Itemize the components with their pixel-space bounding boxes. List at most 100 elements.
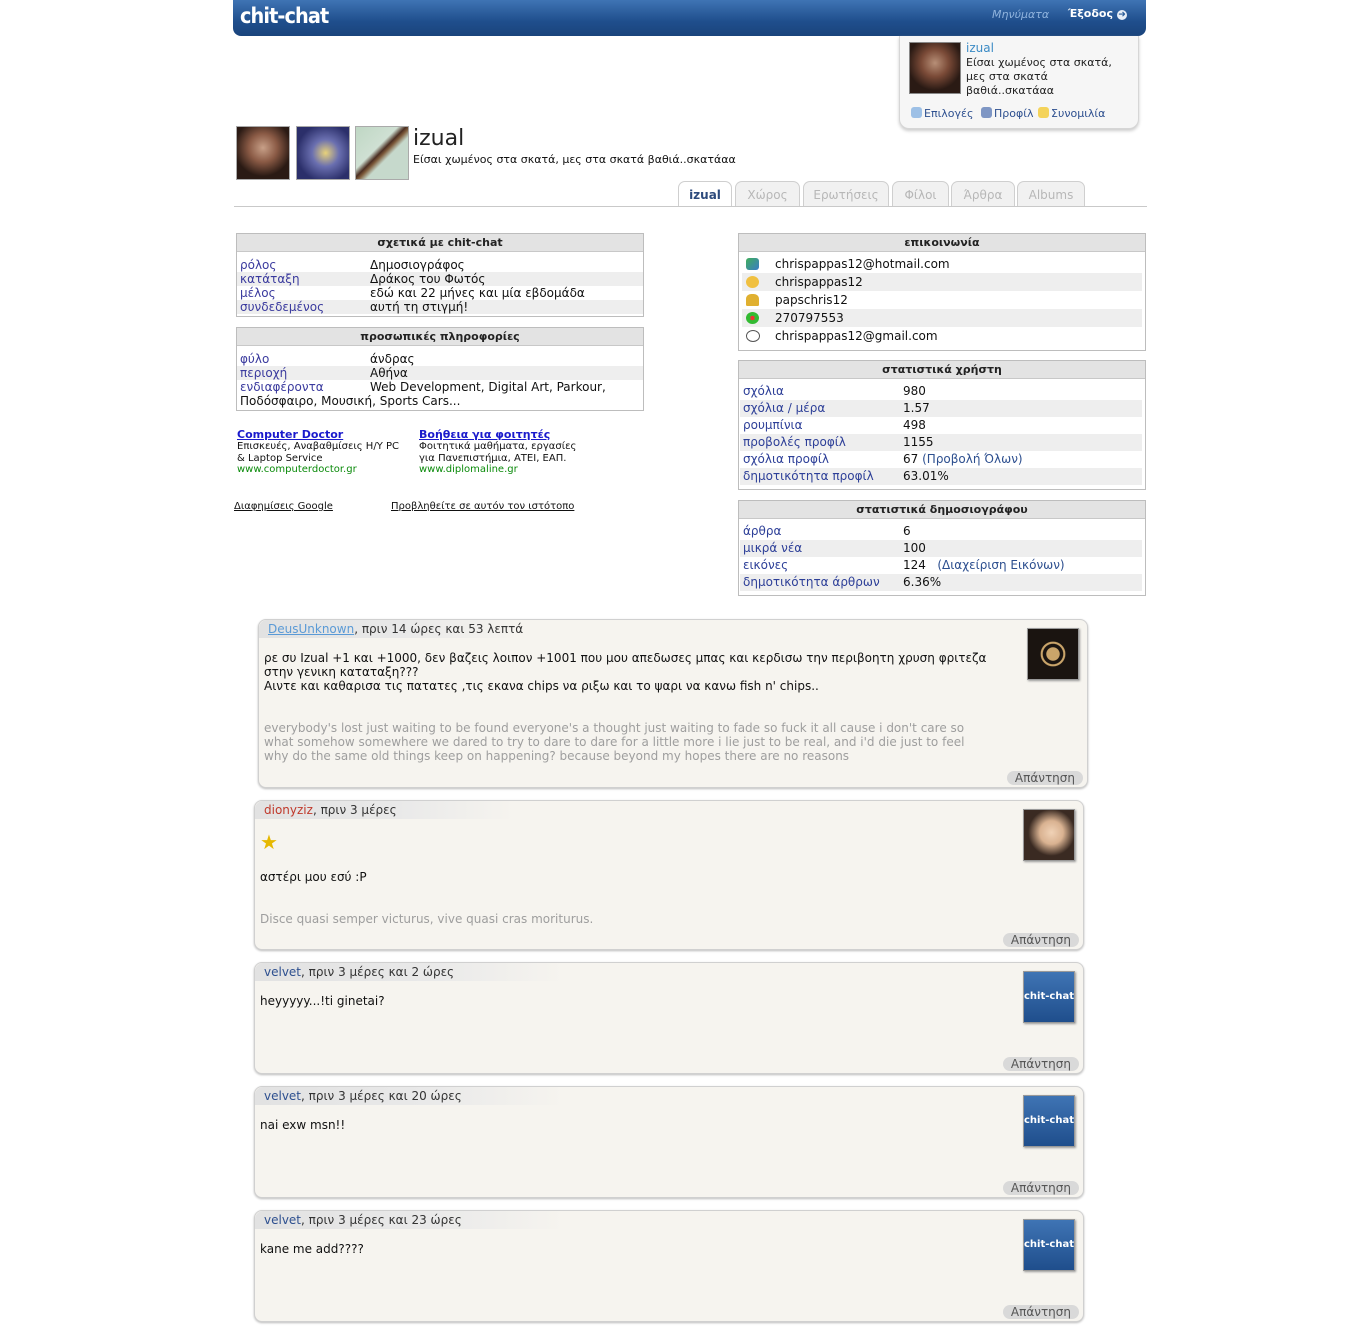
profile-icon <box>981 107 992 118</box>
options-label: Επιλογές <box>924 107 974 120</box>
comment-avatar[interactable] <box>1023 809 1075 861</box>
stat-value: 63.01% <box>903 469 949 483</box>
avatar-3[interactable] <box>355 126 409 180</box>
advertise-link[interactable]: Προβληθείτε σε αυτόν τον ιστότοπο <box>391 501 574 512</box>
comment-line: ρε συ Izual +1 και +1000, δεν βαζεις λοι… <box>264 651 987 665</box>
options-link[interactable]: Επιλογές <box>911 107 973 120</box>
interests-continued: Ποδόσφαιρο, Μουσική, Sports Cars... <box>240 394 461 408</box>
comment-author[interactable]: velvet <box>264 965 301 979</box>
ad-title[interactable]: Computer Doctor <box>237 428 343 441</box>
about-value: αυτή τη στιγμή! <box>370 300 469 314</box>
contact-row: chrispappas12@gmail.com <box>742 327 1142 345</box>
reply-button[interactable]: Απάντηση <box>1002 1305 1079 1319</box>
tab-articles[interactable]: Άρθρα <box>951 181 1015 206</box>
stat-key: δημοτικότητα άρθρων <box>743 575 880 589</box>
logout-label: Έξοδος <box>1068 7 1113 20</box>
tab-divider <box>234 206 1147 207</box>
tab-albums[interactable]: Albums <box>1017 181 1085 206</box>
about-key: μέλος <box>240 286 276 300</box>
personal-key: ενδιαφέροντα <box>240 380 324 394</box>
personal-key: περιοχή <box>240 366 288 380</box>
about-key: ρόλος <box>240 258 277 272</box>
personal-value: άνδρας <box>370 352 415 366</box>
comment-body: kane me add???? <box>260 1242 364 1256</box>
stat-key: ρουμπίνια <box>743 418 803 432</box>
options-icon <box>911 107 922 118</box>
stat-value: 6 <box>903 524 911 538</box>
google-ads-link[interactable]: Διαφημίσεις Google <box>234 501 333 512</box>
manage-images-link[interactable]: (Διαχείριση Εικόνων) <box>937 558 1064 572</box>
stat-number: 124 <box>903 558 926 572</box>
comment-meta: DeusUnknown, πριν 14 ώρες και 53 λεπτά <box>268 622 523 636</box>
avatar-1[interactable] <box>236 126 290 180</box>
about-box: σχετικά με chit-chat ρόλος Δημοσιογράφος … <box>236 233 644 317</box>
comment-avatar[interactable] <box>1027 628 1079 680</box>
comment-meta: dionyziz, πριν 3 μέρες <box>264 803 397 817</box>
tab-friends[interactable]: Φίλοι <box>892 181 949 206</box>
user-box-avatar[interactable] <box>909 42 961 94</box>
stat-value: 1155 <box>903 435 934 449</box>
about-key: κατάταξη <box>240 272 300 286</box>
stat-row: σχόλια προφίλ 67 (Προβολή Όλων) <box>740 451 1142 468</box>
about-title: σχετικά με chit-chat <box>237 234 643 252</box>
user-stats-title: στατιστικά χρήστη <box>739 361 1145 379</box>
comment-signature: everybody's lost just waiting to be foun… <box>264 721 964 763</box>
comment-line: heyyyyy...!ti ginetai? <box>260 994 385 1008</box>
tab-profile[interactable]: izual <box>678 181 732 207</box>
stat-value: 67 (Προβολή Όλων) <box>903 451 1023 468</box>
comment-signature: Disce quasi semper victurus, vive quasi … <box>260 912 593 926</box>
reply-button[interactable]: Απάντηση <box>1006 771 1083 785</box>
personal-row: φύλο άνδρας <box>237 352 643 366</box>
comment-meta: velvet, πριν 3 μέρες και 2 ώρες <box>264 965 454 979</box>
comment-body: αστέρι μου εσύ :P <box>260 870 367 884</box>
comment-body: nai exw msn!! <box>260 1118 345 1132</box>
comment-meta: velvet, πριν 3 μέρες και 20 ώρες <box>264 1089 462 1103</box>
stat-key: άρθρα <box>743 524 782 538</box>
about-value: εδώ και 22 μήνες και μία εβδομάδα <box>370 286 585 300</box>
user-box-name[interactable]: izual <box>966 41 994 55</box>
contact-row: chrispappas12@hotmail.com <box>742 255 1142 273</box>
comment-author[interactable]: velvet <box>264 1213 301 1227</box>
comment-line: kane me add???? <box>260 1242 364 1256</box>
comment-author[interactable]: DeusUnknown <box>268 622 354 636</box>
personal-row-cont: Ποδόσφαιρο, Μουσική, Sports Cars... <box>237 394 643 408</box>
comment-avatar[interactable]: chit-chat <box>1023 1219 1075 1271</box>
comment-avatar[interactable]: chit-chat <box>1023 1095 1075 1147</box>
comment-line: αστέρι μου εσύ :P <box>260 870 367 884</box>
comment-author[interactable]: velvet <box>264 1089 301 1103</box>
profile-link[interactable]: Προφίλ <box>981 107 1033 120</box>
ad-title[interactable]: Βοήθεια για φοιτητές <box>419 428 550 441</box>
avatar-2[interactable] <box>296 126 350 180</box>
comment-meta: velvet, πριν 3 μέρες και 23 ώρες <box>264 1213 462 1227</box>
contact-value: chrispappas12 <box>775 275 863 289</box>
reply-button[interactable]: Απάντηση <box>1002 933 1079 947</box>
tab-questions[interactable]: Ερωτήσεις <box>803 181 889 206</box>
chat-link[interactable]: Συνομιλία <box>1038 107 1105 120</box>
site-logo[interactable]: chit-chat <box>240 4 329 28</box>
view-all-link[interactable]: (Προβολή Όλων) <box>922 452 1022 466</box>
messages-link[interactable]: Μηνύματα <box>992 8 1049 21</box>
comment-body: ρε συ Izual +1 και +1000, δεν βαζεις λοι… <box>264 651 986 693</box>
reply-button[interactable]: Απάντηση <box>1002 1057 1079 1071</box>
comment-author[interactable]: dionyziz <box>264 803 313 817</box>
personal-row: ενδιαφέροντα Web Development, Digital Art… <box>237 380 643 394</box>
personal-title: προσωπικές πληροφορίες <box>237 328 643 346</box>
stat-row: άρθρα 6 <box>740 523 1142 540</box>
stat-row: εικόνες 124 (Διαχείριση Εικόνων) <box>740 557 1142 574</box>
comment-avatar[interactable]: chit-chat <box>1023 971 1075 1023</box>
stat-key: σχόλια <box>743 384 784 398</box>
contact-row: 270797553 <box>742 309 1142 327</box>
comment-line: nai exw msn!! <box>260 1118 346 1132</box>
stat-row: σχόλια 980 <box>740 383 1142 400</box>
stat-value: 1.57 <box>903 401 930 415</box>
comment-time: , πριν 3 μέρες <box>312 803 397 817</box>
stat-row: προβολές προφίλ 1155 <box>740 434 1142 451</box>
logout-link[interactable]: Έξοδος ➜ <box>1068 7 1127 20</box>
icq-icon <box>746 312 759 324</box>
tab-space[interactable]: Χώρος <box>735 181 800 206</box>
ad-url[interactable]: www.diplomaline.gr <box>419 464 518 475</box>
reply-button[interactable]: Απάντηση <box>1002 1181 1079 1195</box>
ad-url[interactable]: www.computerdoctor.gr <box>237 464 357 475</box>
stat-row: ρουμπίνια 498 <box>740 417 1142 434</box>
comment-line: Αιντε και καθαρισα τις πατατες ,τις εκαν… <box>264 679 819 693</box>
